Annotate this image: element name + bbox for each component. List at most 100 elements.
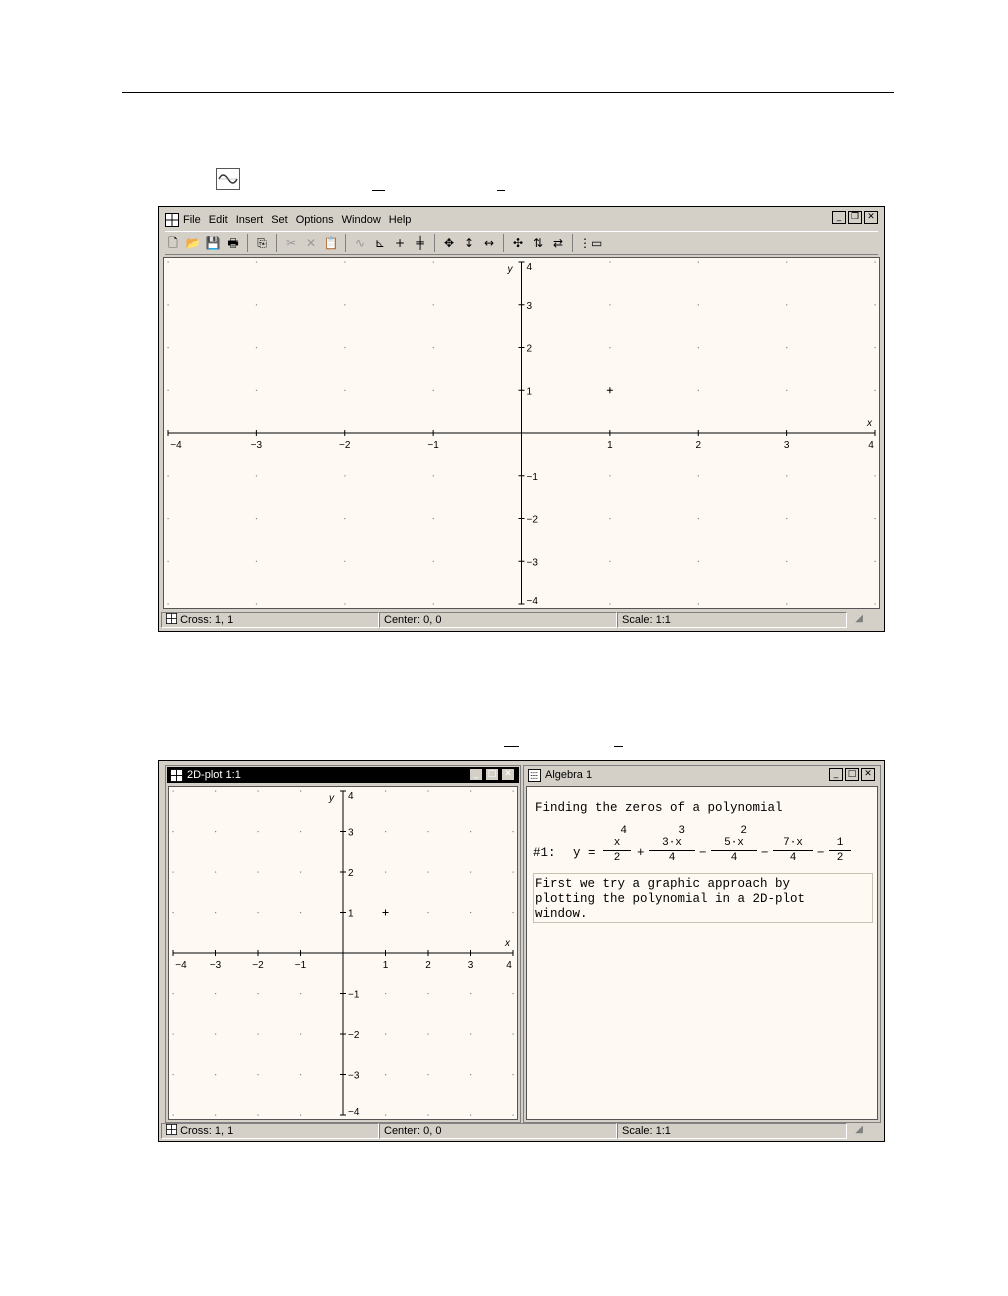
grid-dot: [432, 560, 434, 562]
grid-dot: [512, 1033, 514, 1035]
restore-button[interactable]: ❐: [848, 211, 862, 224]
delete-icon[interactable]: ✕: [303, 235, 319, 251]
grid-dot: [512, 993, 514, 995]
expression-lhs[interactable]: y =: [573, 846, 596, 860]
minimize-button[interactable]: _: [469, 768, 483, 781]
grid-dot: [786, 389, 788, 391]
plot-canvas[interactable]: −4 −3 −2 −1 1 2 3 4 4 3 2 1 −1 −2 −3 −4 x y: [169, 787, 517, 1119]
grid-icon[interactable]: ╪: [412, 235, 428, 251]
grid-dot: [427, 1114, 429, 1116]
grid-dot: [609, 603, 611, 605]
menu-edit[interactable]: Edit: [209, 214, 228, 226]
fraction-term-2[interactable]: 3 3·x 4: [649, 825, 695, 864]
x-tick-label: −4: [170, 440, 182, 451]
grid-dot: [427, 993, 429, 995]
y-tick-label: −1: [348, 990, 360, 1001]
plot-canvas[interactable]: −4 −3 −2 −1 1 2 3 4 4 3 2 1 −1 −2 −3 −4 x y: [164, 258, 879, 608]
new-file-icon[interactable]: 🗋: [165, 235, 181, 251]
grid-dot: [172, 790, 174, 792]
copy-icon[interactable]: ⎘: [254, 235, 270, 251]
grid-dot: [215, 831, 217, 833]
x-axis-label: x: [866, 418, 873, 429]
plot-area[interactable]: −4 −3 −2 −1 1 2 3 4 4 3 2 1 −1 −2 −3 −4 x y: [163, 257, 880, 609]
derive-window-1: File Edit Insert Set Options Window Help…: [158, 206, 885, 632]
grid-dot: [432, 347, 434, 349]
resize-grip-icon[interactable]: ◢: [847, 1123, 863, 1139]
grid-dot: [609, 261, 611, 263]
print-icon[interactable]: 🖶: [225, 235, 241, 251]
menu-options[interactable]: Options: [296, 214, 334, 226]
grid-dot: [427, 1074, 429, 1076]
crosshair-icon[interactable]: +: [392, 235, 408, 251]
fraction-term-5[interactable]: 0 1 2: [829, 825, 851, 864]
system-menu-icon[interactable]: [165, 213, 179, 227]
fraction-term-1[interactable]: 4 x 2: [603, 825, 631, 864]
grid-dot: [470, 1114, 472, 1116]
save-icon[interactable]: 💾: [205, 235, 221, 251]
open-folder-icon[interactable]: 📂: [185, 235, 201, 251]
vertical-zoom-icon[interactable]: ↕: [461, 235, 477, 251]
minimize-button[interactable]: _: [829, 768, 843, 781]
x-tick-label: −2: [339, 440, 351, 451]
grid-dot: [255, 261, 258, 263]
grid-dot: [167, 304, 169, 306]
derive-window-2: 2D-plot 1:1 _ □ ✕ −4 −3 −2 −1 1 2 3 4 4 3 2 1 −1 −2 −3…: [158, 760, 885, 1142]
grid-dot: [255, 603, 258, 605]
zoom-vertical-in-icon[interactable]: ⇅: [530, 235, 546, 251]
algebra-area[interactable]: Finding the zeros of a polynomial #1: y …: [526, 786, 878, 1120]
algebra-window-icon[interactable]: [528, 768, 541, 782]
grid-dot: [427, 790, 429, 792]
grid-dot: [470, 831, 472, 833]
operator-plus: +: [637, 846, 645, 860]
grid-dot: [167, 347, 169, 349]
grid-dot: [697, 603, 699, 605]
grid-dot: [255, 347, 258, 349]
algebra-comment[interactable]: Finding the zeros of a polynomial: [535, 801, 783, 815]
fraction-term-4[interactable]: 0 7·x 4: [773, 825, 813, 864]
grid-dot: [257, 993, 259, 995]
menu-window[interactable]: Window: [342, 214, 381, 226]
grid-dot: [432, 261, 434, 263]
move-icon[interactable]: ✥: [441, 235, 457, 251]
close-button[interactable]: ✕: [861, 768, 875, 781]
note-line-3: window.: [535, 907, 588, 921]
grid-dot: [470, 912, 472, 914]
y-axis-label: y: [507, 264, 514, 275]
expression-label[interactable]: #1:: [533, 846, 556, 860]
axes-icon[interactable]: ⊾: [372, 235, 388, 251]
menu-insert[interactable]: Insert: [236, 214, 264, 226]
zoom-in-icon[interactable]: ✣: [510, 235, 526, 251]
grid-dot: [257, 912, 259, 914]
maximize-button[interactable]: □: [845, 768, 859, 781]
note-line-1: First we try a graphic approach by: [535, 877, 791, 891]
toolbar-separator: [247, 234, 248, 252]
plot-title-bar[interactable]: 2D-plot 1:1 _ □ ✕: [167, 767, 519, 783]
toolbar-separator: [503, 234, 504, 252]
term-1-numerator: x: [613, 837, 621, 849]
grid-dot: [609, 475, 611, 477]
algebra-title-bar[interactable]: Algebra 1 _ □ ✕: [525, 767, 879, 783]
toolbar-separator: [276, 234, 277, 252]
menu-set[interactable]: Set: [271, 214, 288, 226]
grid-icon[interactable]: [170, 768, 183, 782]
grid-dot: [255, 304, 258, 306]
horizontal-zoom-icon[interactable]: ↔: [481, 235, 497, 251]
zoom-horizontal-in-icon[interactable]: ⇄: [550, 235, 566, 251]
menu-help[interactable]: Help: [389, 214, 412, 226]
close-button[interactable]: ✕: [864, 211, 878, 224]
grid-dot: [427, 871, 429, 873]
paste-icon[interactable]: 📋: [323, 235, 339, 251]
resize-grip-icon[interactable]: ◢: [847, 612, 863, 628]
minimize-button[interactable]: _: [832, 211, 846, 224]
grid-dot: [385, 1114, 387, 1116]
maximize-button[interactable]: □: [485, 768, 499, 781]
menu-file[interactable]: File: [183, 214, 201, 226]
close-button[interactable]: ✕: [501, 768, 515, 781]
algebra-window-icon[interactable]: ⋮▭: [579, 235, 602, 251]
grid-dot: [344, 261, 346, 263]
term-5-denominator: 2: [836, 852, 844, 864]
plot-area[interactable]: −4 −3 −2 −1 1 2 3 4 4 3 2 1 −1 −2 −3 −4 x y: [168, 786, 518, 1120]
fraction-term-3[interactable]: 2 5·x 4: [711, 825, 757, 864]
cut-icon[interactable]: ✂: [283, 235, 299, 251]
plot-expression-icon[interactable]: ∿: [352, 235, 368, 251]
